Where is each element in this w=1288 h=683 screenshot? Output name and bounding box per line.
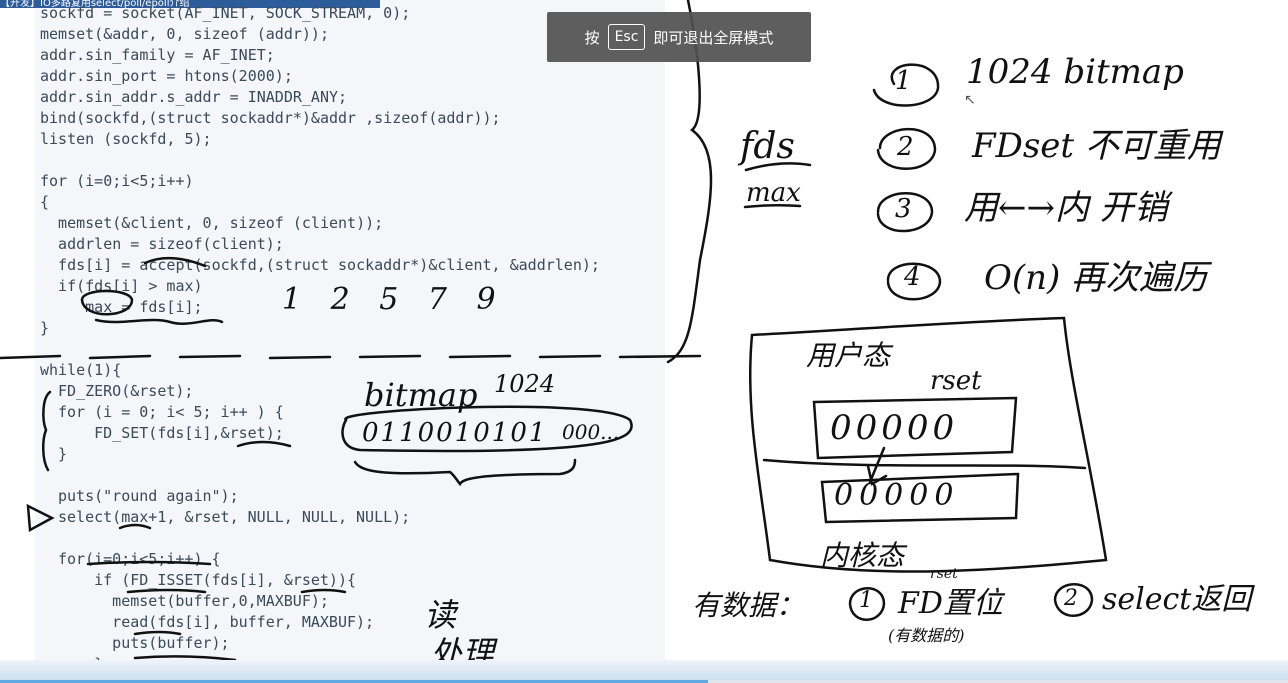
item3-number: 3 — [895, 194, 912, 224]
code-line: fds[i] = accept(sockfd,(struct sockaddr*… — [40, 256, 600, 274]
fds-note: fds — [740, 126, 795, 167]
code-line: } — [58, 445, 68, 463]
code-line: if(fds[i] > max) — [40, 277, 203, 295]
code-line: { — [40, 193, 50, 211]
step1-note: FD置位 — [898, 586, 1003, 621]
step1-superscript: rset — [930, 566, 958, 582]
step2-note: select返回 — [1102, 582, 1252, 617]
hint-prefix: 按 — [584, 28, 600, 47]
code-line: memset(buffer,0,MAXBUF); — [58, 592, 329, 610]
bitmap-rest-note: 000... — [562, 420, 620, 444]
item1-number: 1 — [895, 66, 912, 96]
code-line: FD_SET(fds[i],&rset); — [58, 424, 284, 442]
hint-suffix: 即可退出全屏模式 — [653, 28, 774, 47]
item4-note: O(n) 再次遍历 — [984, 258, 1208, 298]
code-line: read(fds[i], buffer, MAXBUF); — [58, 613, 375, 631]
code-line: memset(&client, 0, sizeof (client)); — [40, 214, 384, 232]
code-line: sockfd = socket(AF_INET, SOCK_STREAM, 0)… — [40, 4, 411, 22]
code-line: puts("round again"); — [58, 487, 239, 505]
rset-note: rset — [930, 366, 982, 396]
item3-note: 用←→内 开销 — [964, 188, 1168, 228]
step1-number: 1 — [859, 588, 873, 613]
code-line: addr.sin_family = AF_INET; — [40, 46, 275, 64]
user-mode-note: 用户态 — [806, 339, 891, 372]
code-line: listen (sockfd, 5); — [40, 130, 212, 148]
item2-number: 2 — [897, 132, 914, 162]
item2-note: FDset 不可重用 — [972, 126, 1221, 166]
bitmap-bits-note: 0110010101 — [362, 418, 548, 448]
code-line: addr.sin_port = htons(2000); — [40, 67, 293, 85]
max-note: max — [746, 178, 801, 208]
code-line: for(i=0;i<5;i++) { — [58, 550, 221, 568]
code-line: addr.sin_addr.s_addr = INADDR_ANY; — [40, 88, 348, 106]
code-line: FD_ZERO(&rset); — [58, 382, 194, 400]
code-line: max = fds[i]; — [40, 298, 203, 316]
code-line: select(max+1, &rset, NULL, NULL, NULL); — [58, 508, 411, 526]
step1-subnote: (有数据的) — [888, 626, 965, 645]
code-line: memset(&addr, 0, sizeof (addr)); — [40, 25, 329, 43]
user-bits-note: 00000 — [830, 408, 959, 448]
code-line: for (i=0;i<5;i++) — [40, 172, 194, 190]
code-line: addrlen = sizeof(client); — [40, 235, 284, 253]
exit-fullscreen-hint: 按 Esc 即可退出全屏模式 — [547, 12, 811, 62]
code-line: bind(sockfd,(struct sockaddr*)&addr ,siz… — [40, 109, 501, 127]
has-data-note: 有数据： — [692, 589, 805, 622]
bitmap-size-note: 1024 — [494, 370, 556, 398]
code-line: } — [40, 319, 50, 337]
code-line: while(1){ — [40, 361, 122, 379]
code-line: puts(buffer); — [58, 634, 230, 652]
code-line: for (i = 0; i< 5; i++ ) { — [58, 403, 284, 421]
code-line: if (FD_ISSET(fds[i], &rset)){ — [58, 571, 357, 589]
item1-note: 1024 bitmap — [966, 52, 1184, 92]
kernel-mode-note: 内核态 — [820, 539, 905, 572]
item4-number: 4 — [904, 262, 921, 292]
bitmap-note: bitmap — [364, 376, 478, 414]
kernel-bits-note: 00000 — [834, 478, 960, 513]
fd-numbers-note: 1 2 5 7 9 — [282, 282, 506, 317]
mouse-cursor-icon: ↖ — [964, 92, 976, 108]
step2-number: 2 — [1064, 586, 1078, 611]
esc-key-icon: Esc — [607, 24, 646, 50]
